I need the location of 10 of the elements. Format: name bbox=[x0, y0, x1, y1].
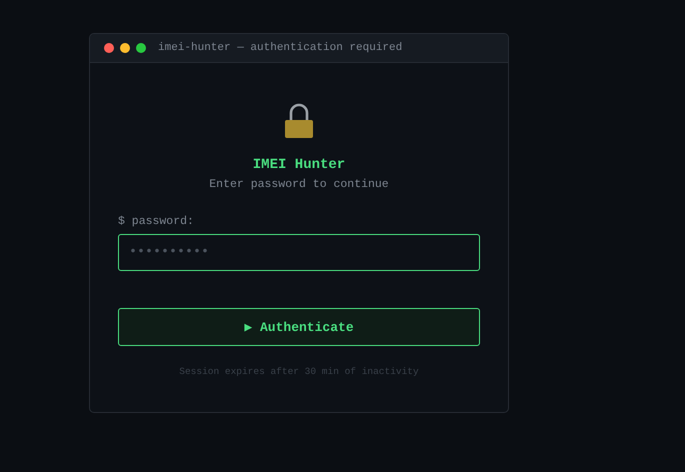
password-field[interactable]: •••••••••• bbox=[118, 234, 480, 271]
subtitle: Enter password to continue bbox=[209, 178, 389, 191]
app-title: IMEI Hunter bbox=[252, 157, 346, 173]
minimize-button[interactable] bbox=[120, 43, 130, 53]
window-title: imei-hunter — authentication required bbox=[158, 42, 402, 54]
password-label: $ password: bbox=[118, 215, 195, 228]
padlock-icon bbox=[284, 103, 314, 139]
authenticate-button[interactable]: ▶ Authenticate bbox=[118, 308, 480, 346]
close-button[interactable] bbox=[104, 43, 114, 53]
maximize-button[interactable] bbox=[136, 43, 146, 53]
